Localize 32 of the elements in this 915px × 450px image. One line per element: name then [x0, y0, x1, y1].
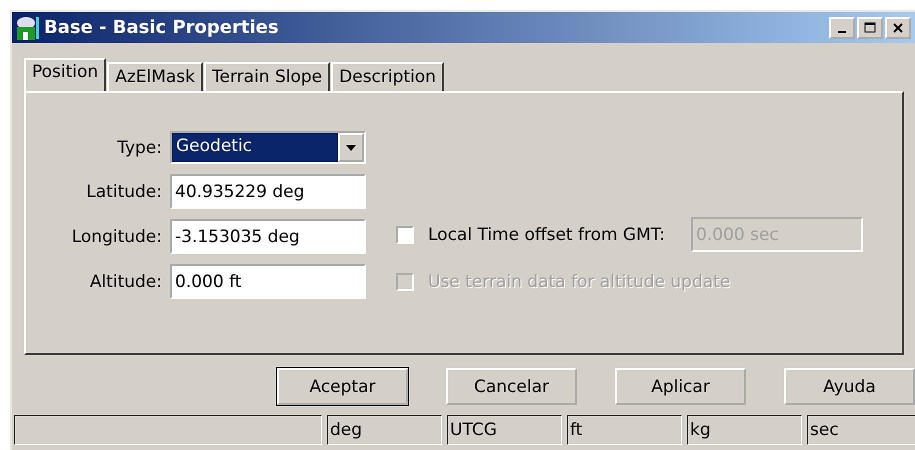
maximize-button[interactable] — [857, 16, 883, 38]
input-field[interactable]: 40.935229 deg — [170, 174, 366, 209]
checkbox[interactable] — [396, 226, 414, 244]
tab[interactable]: Terrain Slope — [204, 62, 330, 91]
input-field[interactable]: -3.153035 deg — [170, 219, 366, 254]
field-label: Type: — [116, 138, 162, 158]
status-cell: UTCG — [447, 415, 562, 445]
field-label: Latitude: — [85, 182, 162, 202]
type-dropdown[interactable]: Geodetic — [170, 131, 366, 164]
input-field[interactable]: 0.000 ft — [170, 264, 366, 299]
caret-icon — [345, 144, 357, 152]
checkbox-label: Local Time offset from GMT: — [428, 224, 666, 244]
close-icon — [892, 22, 904, 34]
field-label: Longitude: — [70, 226, 162, 246]
window-title: Base - Basic Properties — [44, 17, 280, 38]
minimize-icon — [838, 30, 846, 32]
field-label: Altitude: — [88, 272, 162, 292]
status-cell: kg — [687, 415, 802, 445]
dialog-button[interactable]: Ayuda — [784, 368, 915, 405]
dialog-button[interactable]: Aplicar — [615, 368, 746, 405]
dialog-button[interactable]: Aceptar — [277, 368, 408, 405]
status-cell: sec — [807, 415, 915, 445]
close-button[interactable] — [885, 16, 911, 38]
tab[interactable]: Position — [24, 58, 106, 91]
tab[interactable]: AzElMask — [107, 62, 204, 91]
dialog-button[interactable]: Cancelar — [446, 368, 577, 405]
building-icon — [14, 14, 42, 40]
minimize-button[interactable] — [829, 16, 855, 38]
status-cell: ft — [567, 415, 682, 445]
tab[interactable]: Description — [331, 62, 444, 91]
maximize-icon — [864, 22, 876, 34]
status-cell: deg — [327, 415, 442, 445]
